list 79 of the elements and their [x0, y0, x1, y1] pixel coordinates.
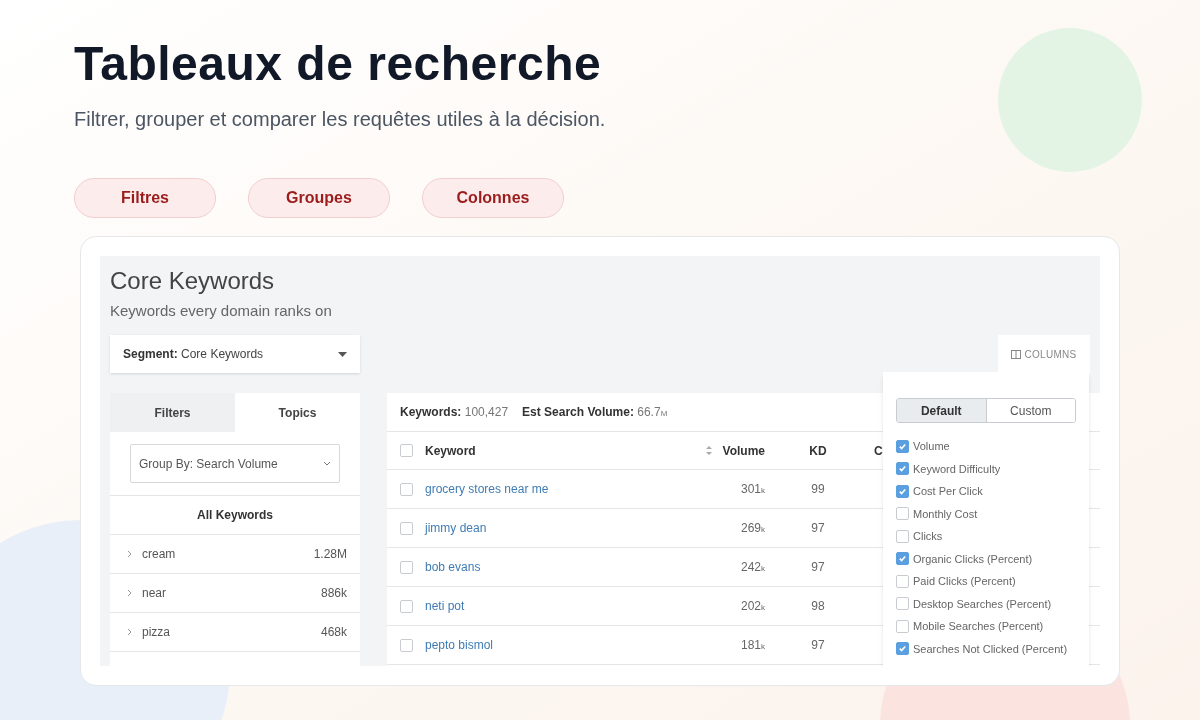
caret-icon — [338, 351, 347, 357]
volume-cell-text: 202k — [739, 598, 765, 615]
chevron-right-icon[interactable] — [127, 589, 132, 597]
check-icon — [898, 554, 907, 564]
check-icon — [898, 464, 907, 474]
chevron-right-icon[interactable] — [127, 628, 132, 636]
column-option[interactable]: Volume — [913, 438, 950, 455]
keyword-link[interactable]: jimmy dean — [425, 519, 705, 537]
mode-toggle[interactable]: Default — [897, 399, 986, 422]
kd-cell-text: 97 — [810, 559, 826, 576]
keyword-link[interactable]: grocery stores near me — [425, 480, 705, 498]
page-subtitle: Filtrer, grouper et comparer les requêtes utiles à la décision. — [74, 107, 607, 132]
volume-cell-text: 181k — [739, 637, 765, 654]
summary-stat: Est Search Volume: 66.7M — [522, 404, 668, 421]
column-option[interactable]: Clicks — [913, 528, 943, 545]
row-checkbox[interactable] — [400, 638, 413, 652]
column-option[interactable]: Organic Clicks (Percent) — [913, 550, 1033, 567]
chevron-icon — [323, 461, 331, 466]
column-checkbox[interactable] — [896, 439, 909, 453]
kd-cell-text: 98 — [810, 598, 826, 615]
column-checkbox[interactable] — [896, 642, 909, 656]
keyword-link[interactable]: neti pot — [425, 597, 705, 615]
row-checkbox[interactable] — [400, 599, 413, 613]
column-checkbox[interactable] — [896, 552, 909, 566]
column-header[interactable]: Volume — [713, 441, 765, 460]
row-checkbox[interactable] — [400, 560, 413, 574]
pill-button[interactable]: Groupes — [248, 178, 390, 218]
section-subtitle: Keywords every domain ranks on — [110, 302, 333, 320]
row-checkbox[interactable] — [400, 521, 413, 535]
kd-cell-text: 97 — [810, 520, 826, 537]
segment-dropdown[interactable]: Segment: Core Keywords — [110, 335, 360, 373]
column-checkbox[interactable] — [896, 597, 909, 611]
panel-tab[interactable]: Filters — [110, 393, 235, 432]
check-icon — [898, 486, 907, 496]
column-option[interactable]: Paid Clicks (Percent) — [913, 573, 1016, 590]
column-checkbox[interactable] — [896, 529, 909, 543]
topic-name[interactable]: pizza — [142, 623, 321, 641]
column-checkbox[interactable] — [896, 574, 909, 588]
column-option[interactable]: Monthly Cost — [913, 505, 978, 522]
volume-cell-text: 242k — [739, 559, 765, 576]
column-checkbox[interactable] — [896, 507, 909, 521]
column-option[interactable]: Keyword Difficulty — [913, 460, 1001, 477]
keyword-link[interactable]: bob evans — [425, 558, 705, 576]
all-keywords-item[interactable]: All Keywords — [110, 496, 360, 535]
sort-icon[interactable] — [705, 445, 713, 456]
column-checkbox[interactable] — [896, 619, 909, 633]
mode-toggle[interactable]: Custom — [985, 399, 1075, 422]
group-by-select[interactable]: Group By: Search Volume — [130, 444, 340, 483]
topic-volume: 468k — [320, 624, 347, 641]
column-option[interactable]: Searches Not Clicked (Percent) — [913, 640, 1068, 657]
column-option[interactable]: Desktop Searches (Percent) — [913, 595, 1052, 612]
check-icon — [898, 441, 907, 451]
column-header[interactable]: KD — [765, 441, 871, 460]
select-all-checkbox[interactable] — [400, 444, 413, 457]
topic-volume: 1.28M — [313, 546, 347, 563]
summary-stat: Keywords: 100,427 — [400, 404, 509, 421]
topic-name[interactable]: cream — [142, 545, 314, 563]
section-title: Core Keywords — [110, 266, 276, 296]
columns-button[interactable]: COLUMNS — [998, 335, 1090, 373]
kd-cell-text: 97 — [810, 637, 826, 654]
columns-icon — [1011, 349, 1022, 359]
column-option[interactable]: Cost Per Click — [913, 483, 983, 500]
volume-cell-text: 301k — [739, 481, 765, 498]
column-header[interactable]: C — [874, 441, 883, 460]
keyword-link[interactable]: pepto bismol — [425, 636, 705, 654]
column-header[interactable]: Keyword — [425, 441, 705, 460]
check-icon — [898, 644, 907, 654]
chevron-right-icon[interactable] — [127, 550, 132, 558]
pill-button[interactable]: Colonnes — [422, 178, 564, 218]
page-title: Tableaux de recherche — [74, 36, 603, 92]
pill-button[interactable]: Filtres — [74, 178, 216, 218]
kd-cell-text: 99 — [810, 481, 826, 498]
column-checkbox[interactable] — [896, 484, 909, 498]
column-checkbox[interactable] — [896, 462, 909, 476]
row-checkbox[interactable] — [400, 482, 413, 496]
topic-name[interactable]: near — [142, 584, 321, 602]
column-option[interactable]: Mobile Searches (Percent) — [913, 618, 1044, 635]
topic-volume: 886k — [320, 585, 347, 602]
volume-cell-text: 269k — [739, 520, 765, 537]
